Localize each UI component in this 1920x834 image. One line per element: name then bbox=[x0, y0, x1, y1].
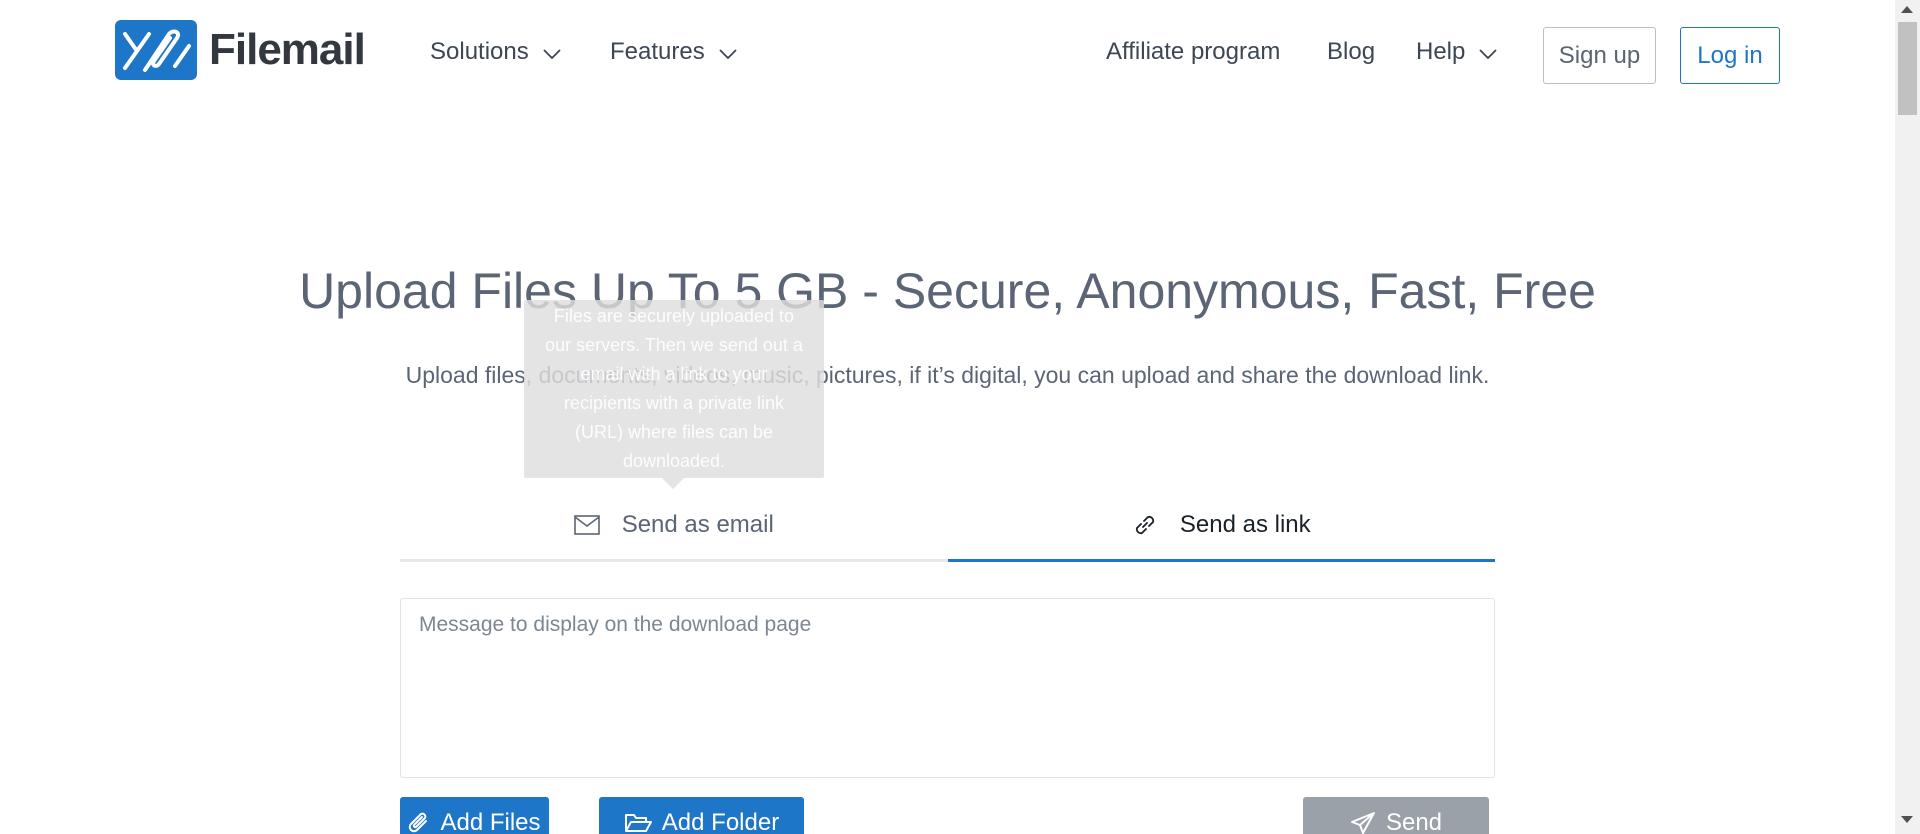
nav-blog[interactable]: Blog bbox=[1327, 38, 1375, 66]
scroll-down-arrow-icon[interactable] bbox=[1901, 816, 1913, 823]
envelope-icon bbox=[573, 514, 600, 535]
paper-plane-icon bbox=[1350, 811, 1376, 834]
tab-send-as-email-label: Send as email bbox=[621, 510, 774, 538]
scroll-up-arrow-icon[interactable] bbox=[1901, 6, 1913, 13]
nav-help[interactable]: Help bbox=[1416, 38, 1497, 66]
nav-affiliate-label: Affiliate program bbox=[1106, 38, 1281, 65]
add-folder-button[interactable]: Add Folder bbox=[599, 797, 804, 834]
nav-solutions-label: Solutions bbox=[430, 38, 529, 65]
nav-features-label: Features bbox=[610, 38, 705, 65]
site-header: Filemail Solutions Features Affiliate pr… bbox=[0, 0, 1895, 110]
login-button[interactable]: Log in bbox=[1680, 27, 1780, 84]
send-label: Send bbox=[1385, 809, 1443, 834]
tooltip-arrow bbox=[662, 478, 684, 489]
send-button[interactable]: Send bbox=[1303, 797, 1489, 834]
scrollbar-thumb[interactable] bbox=[1898, 22, 1917, 115]
signup-button[interactable]: Sign up bbox=[1543, 27, 1656, 84]
send-as-email-tooltip: Files are securely uploaded to our serve… bbox=[524, 300, 824, 478]
paperclip-logo-icon bbox=[115, 20, 197, 80]
vertical-scrollbar[interactable] bbox=[1895, 0, 1920, 834]
nav-affiliate-program[interactable]: Affiliate program bbox=[1106, 38, 1280, 66]
chevron-down-icon bbox=[543, 38, 561, 66]
paperclip-icon bbox=[408, 811, 430, 834]
add-files-label: Add Files bbox=[440, 809, 541, 834]
nav-solutions[interactable]: Solutions bbox=[430, 38, 561, 66]
nav-help-label: Help bbox=[1416, 38, 1466, 65]
page-subtitle: Upload files, documents, videos, music, … bbox=[405, 362, 1490, 388]
add-folder-label: Add Folder bbox=[661, 809, 780, 834]
nav-blog-label: Blog bbox=[1327, 38, 1376, 65]
tab-send-as-link[interactable]: Send as link bbox=[947, 490, 1495, 562]
send-mode-tabs: Send as email Send as link bbox=[400, 490, 1495, 562]
filemail-logo[interactable]: Filemail bbox=[115, 20, 366, 80]
nav-features[interactable]: Features bbox=[610, 38, 737, 66]
tab-send-as-link-label: Send as link bbox=[1179, 510, 1311, 538]
chevron-down-icon bbox=[1479, 38, 1497, 66]
brand-name: Filemail bbox=[209, 25, 366, 74]
page-title: Upload Files Up To 5 GB - Secure, Anonym… bbox=[299, 263, 1596, 319]
chevron-down-icon bbox=[719, 38, 737, 66]
tab-send-as-email[interactable]: Send as email bbox=[400, 490, 948, 562]
link-icon bbox=[1132, 512, 1158, 538]
add-files-button[interactable]: Add Files bbox=[400, 797, 549, 834]
download-page-message-input[interactable] bbox=[400, 598, 1495, 778]
folder-open-icon bbox=[624, 812, 652, 834]
